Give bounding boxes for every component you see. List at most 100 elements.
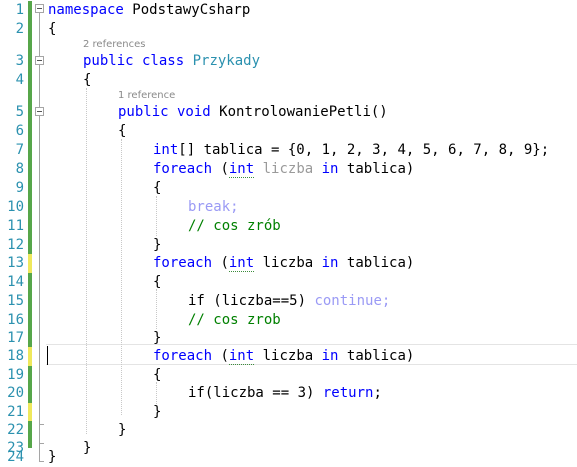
brace: } <box>118 422 127 438</box>
saved-change-marker <box>28 421 32 439</box>
collection-name: tablica) <box>338 255 415 271</box>
brace: } <box>153 237 162 253</box>
code-line-4[interactable]: { <box>83 71 91 90</box>
if-statement: if(liczba == 3) <box>188 385 323 401</box>
brace: } <box>153 404 162 420</box>
collapse-class-icon[interactable] <box>35 56 44 65</box>
saved-change-marker <box>28 439 32 448</box>
array-declaration: [] tablica = {0, 1, 2, 3, 4, 5, 6, 7, 8,… <box>178 142 550 158</box>
code-line-15[interactable]: if (liczba==5) continue; <box>188 292 390 311</box>
code-line-3[interactable]: public class Przykady <box>83 52 260 71</box>
code-line-19[interactable]: { <box>153 366 161 385</box>
namespace-fold-end <box>39 461 44 462</box>
keyword-continue: continue; <box>314 293 391 309</box>
saved-change-marker <box>28 122 32 141</box>
collection-name: tablica) <box>338 348 415 364</box>
code-line-21[interactable]: } <box>153 403 161 422</box>
codelens-references[interactable]: 2 references <box>83 38 146 52</box>
saved-change-marker <box>28 179 32 198</box>
code-line-24[interactable]: } <box>48 448 56 467</box>
saved-change-marker <box>28 292 32 311</box>
keyword-int: int <box>228 348 255 365</box>
saved-change-marker <box>28 273 32 292</box>
line-number: 10 <box>7 199 24 215</box>
indent-guide <box>156 382 157 404</box>
if-statement: if (liczba==5) <box>188 293 315 309</box>
keyword-break: break; <box>188 199 239 215</box>
collapse-method-icon[interactable] <box>35 107 44 116</box>
saved-change-marker <box>28 384 32 403</box>
line-number: 21 <box>7 404 24 420</box>
line-number: 4 <box>15 72 24 88</box>
code-line-11[interactable]: // cos zrób <box>188 217 281 236</box>
codelens-references[interactable]: 1 reference <box>118 89 175 103</box>
line-number: 2 <box>15 21 24 37</box>
line-number: 8 <box>15 161 24 177</box>
code-line-20[interactable]: if(liczba == 3) return; <box>188 384 382 403</box>
loop-variable: liczba <box>254 348 314 364</box>
keyword-in: in <box>313 255 339 271</box>
indent-guide <box>156 289 157 329</box>
line-number: 15 <box>7 293 24 309</box>
brace: } <box>83 440 92 456</box>
method-fold-end <box>39 424 44 425</box>
collection-name: tablica) <box>338 161 415 177</box>
brace: { <box>118 123 127 139</box>
saved-change-marker <box>28 366 32 384</box>
line-number: 7 <box>15 142 24 158</box>
saved-change-marker <box>28 20 32 39</box>
saved-change-marker <box>28 217 32 236</box>
indent-guide <box>86 88 87 434</box>
code-line-9[interactable]: { <box>153 179 161 198</box>
comment: // cos zrob <box>188 312 281 328</box>
paren: ( <box>212 348 229 364</box>
brace: { <box>48 21 57 37</box>
line-number: 14 <box>7 274 24 290</box>
saved-change-marker <box>28 236 32 254</box>
code-line-12[interactable]: } <box>153 236 161 255</box>
code-line-8[interactable]: foreach (int liczba in tablica) <box>153 160 414 179</box>
line-number: 3 <box>15 53 24 69</box>
keyword-return: return <box>322 385 374 401</box>
line-number: 22 <box>7 422 24 438</box>
line-number: 11 <box>7 218 24 234</box>
saved-change-marker <box>28 329 32 347</box>
saved-change-marker <box>28 141 32 160</box>
keyword-int: int <box>228 161 255 178</box>
code-line-18[interactable]: foreach (int liczba in tablica) <box>153 347 414 366</box>
code-line-17[interactable]: } <box>153 329 161 348</box>
collapse-namespace-icon[interactable] <box>35 4 44 13</box>
semicolon: ; <box>373 385 382 401</box>
code-editor[interactable]: 1 2 3 4 5 6 7 8 9 10 11 12 13 14 15 16 17 18 19 20 21 22 23 24 … <box>0 0 577 467</box>
keyword-namespace: namespace <box>48 2 124 18</box>
paren: ( <box>212 161 229 177</box>
code-line-14[interactable]: { <box>153 273 161 292</box>
line-number: 18 <box>7 348 24 364</box>
code-line-10[interactable]: break; <box>188 198 239 217</box>
keyword-public-class: public class <box>83 53 185 69</box>
saved-change-marker <box>28 160 32 179</box>
code-line-5[interactable]: public void KontrolowaniePetli() <box>118 103 388 122</box>
class-name: Przykady <box>184 53 261 69</box>
namespace-fold-line <box>39 13 40 462</box>
paren: ( <box>212 255 229 271</box>
line-number: 6 <box>15 123 24 139</box>
line-number: 16 <box>7 312 24 328</box>
code-line-22[interactable]: } <box>118 421 126 440</box>
saved-change-marker <box>28 71 32 90</box>
code-line-13[interactable]: foreach (int liczba in tablica) <box>153 254 414 273</box>
text-caret <box>47 346 48 365</box>
code-line-1[interactable]: namespace PodstawyCsharp <box>48 1 250 20</box>
brace: { <box>83 72 92 88</box>
code-line-2[interactable]: { <box>48 20 56 39</box>
keyword-int: int <box>153 142 179 158</box>
saved-change-marker <box>28 311 32 329</box>
code-line-6[interactable]: { <box>118 122 126 141</box>
code-line-7[interactable]: int[] tablica = {0, 1, 2, 3, 4, 5, 6, 7,… <box>153 141 549 160</box>
brace: { <box>153 180 162 196</box>
brace: { <box>153 367 162 383</box>
keyword-void: void <box>168 104 211 120</box>
saved-change-marker <box>28 90 32 103</box>
code-line-23[interactable]: } <box>83 439 91 458</box>
code-line-16[interactable]: // cos zrob <box>188 311 281 330</box>
